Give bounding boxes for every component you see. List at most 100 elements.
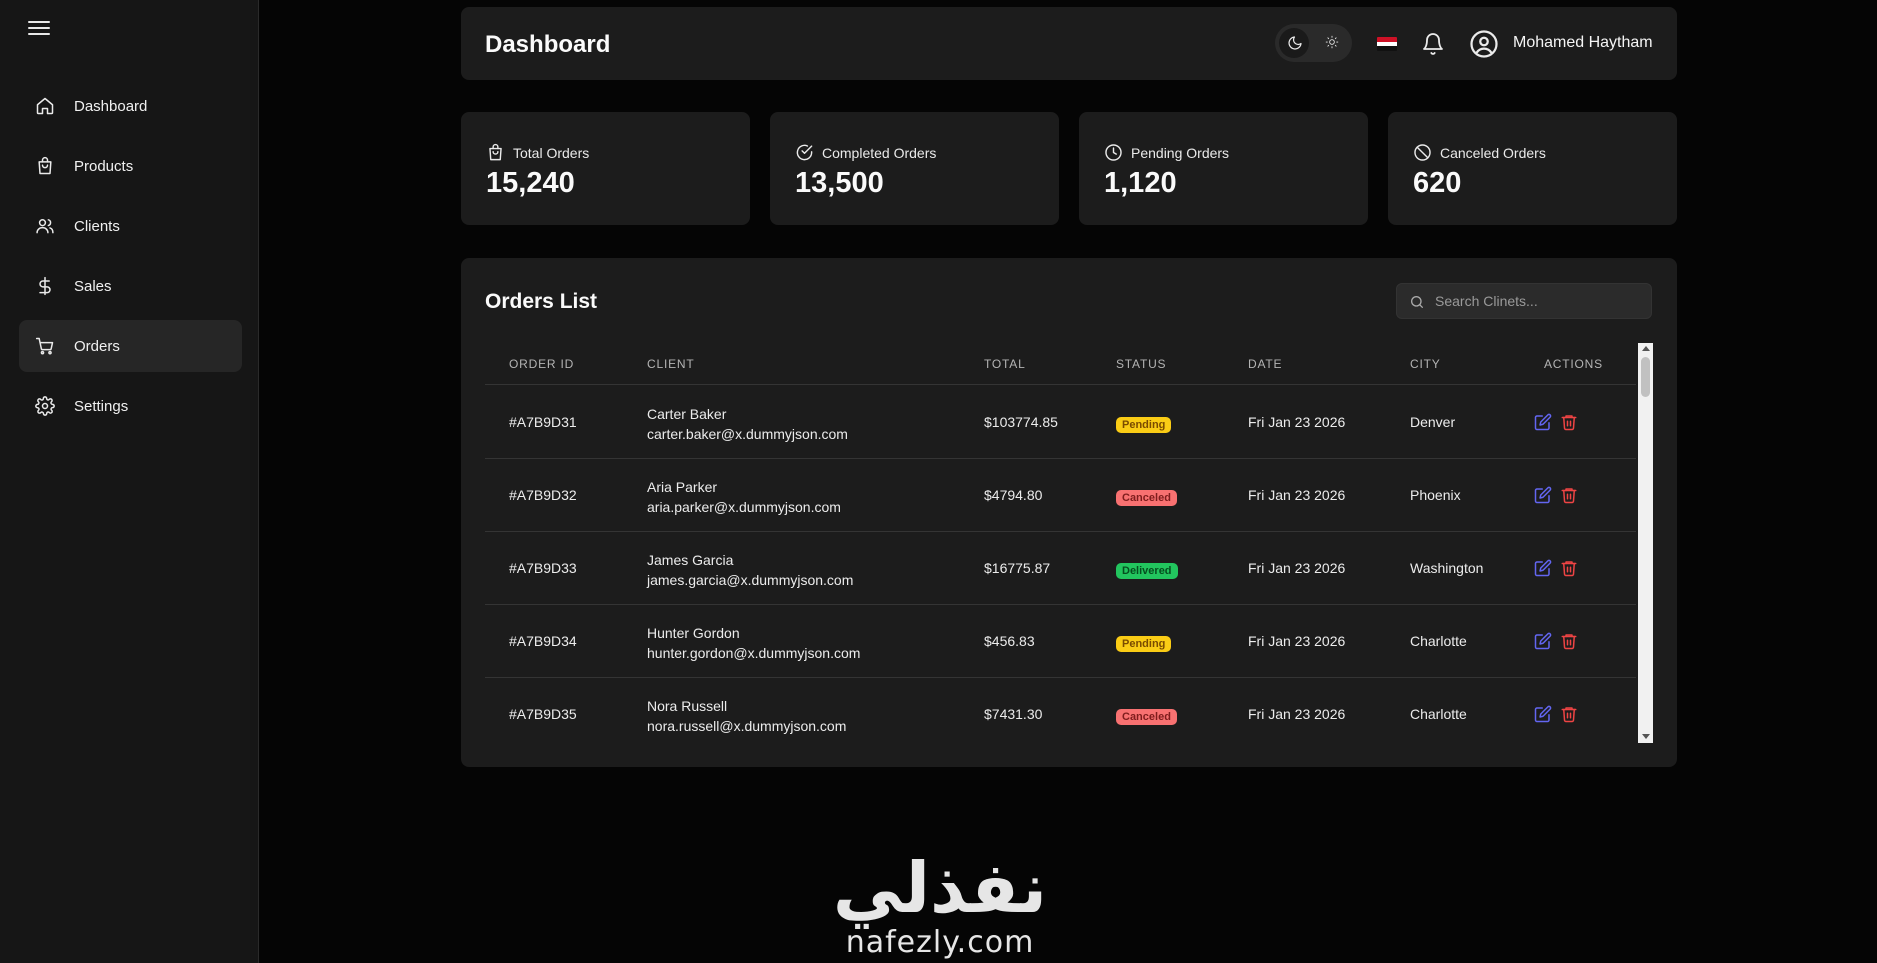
order-total: $16775.87 bbox=[984, 560, 1051, 576]
client-cell: Nora Russell nora.russell@x.dummyjson.com bbox=[647, 696, 846, 736]
trash-icon[interactable] bbox=[1560, 486, 1578, 504]
table-row[interactable]: #A7B9D34 Hunter Gordon hunter.gordon@x.dum… bbox=[485, 605, 1636, 678]
table-header: ORDER ID CLIENT TOTAL STATUS DATE CITY A… bbox=[485, 343, 1636, 385]
search-input[interactable] bbox=[1435, 284, 1645, 318]
users-icon bbox=[36, 219, 54, 234]
column-header-client[interactable]: CLIENT bbox=[647, 357, 694, 371]
client-email: carter.baker@x.dummyjson.com bbox=[647, 426, 848, 442]
order-id: #A7B9D31 bbox=[509, 414, 577, 430]
sidebar-item-orders[interactable]: Orders bbox=[19, 320, 242, 372]
stat-label-text: Completed Orders bbox=[822, 144, 937, 161]
watermark-latin: nafezly.com bbox=[845, 925, 1035, 960]
stat-label-text: Total Orders bbox=[513, 144, 590, 161]
client-cell: Aria Parker aria.parker@x.dummyjson.com bbox=[647, 477, 841, 517]
stat-value: 1,120 bbox=[1104, 167, 1177, 199]
sidebar-item-sales[interactable]: Sales bbox=[19, 260, 242, 312]
order-date: Fri Jan 23 2026 bbox=[1248, 414, 1346, 430]
scroll-down-arrow-icon[interactable] bbox=[1642, 734, 1650, 739]
order-city: Charlotte bbox=[1410, 633, 1467, 649]
status-badge: Pending bbox=[1116, 636, 1172, 652]
edit-icon[interactable] bbox=[1534, 632, 1552, 650]
edit-icon[interactable] bbox=[1534, 559, 1552, 577]
client-email: nora.russell@x.dummyjson.com bbox=[647, 718, 847, 734]
theme-toggle[interactable] bbox=[1275, 24, 1352, 62]
watermark-logo: نفذلي nafezly.com bbox=[830, 848, 1050, 960]
stat-card-completed-orders: Completed Orders 13,500 bbox=[770, 112, 1059, 225]
egypt-flag-icon[interactable] bbox=[1377, 37, 1397, 51]
stat-label: Pending Orders bbox=[1104, 143, 1229, 162]
sidebar-item-label: Sales bbox=[74, 277, 112, 295]
stat-card-pending-orders: Pending Orders 1,120 bbox=[1079, 112, 1368, 225]
clock-icon bbox=[1105, 144, 1122, 161]
sidebar-item-label: Dashboard bbox=[74, 97, 148, 115]
sidebar-item-clients[interactable]: Clients bbox=[19, 200, 242, 252]
orders-table: ORDER ID CLIENT TOTAL STATUS DATE CITY A… bbox=[485, 343, 1653, 743]
table-row[interactable]: #A7B9D35 Nora Russell nora.russell@x.dummy… bbox=[485, 678, 1636, 743]
order-date: Fri Jan 23 2026 bbox=[1248, 633, 1346, 649]
dollar-icon bbox=[39, 276, 51, 296]
column-header-total[interactable]: TOTAL bbox=[984, 357, 1026, 371]
order-city: Phoenix bbox=[1410, 487, 1461, 503]
order-total: $456.83 bbox=[984, 633, 1035, 649]
sidebar-item-dashboard[interactable]: Dashboard bbox=[19, 80, 242, 132]
trash-icon[interactable] bbox=[1560, 559, 1578, 577]
edit-icon[interactable] bbox=[1534, 705, 1552, 723]
table-row[interactable]: #A7B9D31 Carter Baker carter.baker@x.dummy… bbox=[485, 386, 1636, 459]
order-id: #A7B9D34 bbox=[509, 633, 577, 649]
user-name[interactable]: Mohamed Haytham bbox=[1513, 34, 1653, 52]
client-email: aria.parker@x.dummyjson.com bbox=[647, 499, 841, 515]
shopping-bag-icon bbox=[489, 143, 502, 161]
order-date: Fri Jan 23 2026 bbox=[1248, 706, 1346, 722]
row-actions bbox=[1534, 559, 1578, 577]
status-badge: Pending bbox=[1116, 417, 1172, 433]
trash-icon[interactable] bbox=[1560, 705, 1578, 723]
trash-icon[interactable] bbox=[1560, 413, 1578, 431]
scrollbar-thumb[interactable] bbox=[1641, 357, 1650, 397]
order-city: Denver bbox=[1410, 414, 1456, 430]
search-box[interactable] bbox=[1396, 283, 1652, 319]
sidebar-item-products[interactable]: Products bbox=[19, 140, 242, 192]
order-city: Charlotte bbox=[1410, 706, 1467, 722]
table-row[interactable]: #A7B9D33 James Garcia james.garcia@x.dummy… bbox=[485, 532, 1636, 605]
search-icon bbox=[1411, 296, 1423, 308]
cart-icon bbox=[35, 337, 54, 355]
orders-panel: Orders List ORDER ID CLIENT TOTAL STATUS… bbox=[461, 258, 1677, 767]
column-header-city[interactable]: CITY bbox=[1410, 357, 1441, 371]
watermark-arabic: نفذلي bbox=[832, 847, 1048, 929]
row-actions bbox=[1534, 632, 1578, 650]
trash-icon[interactable] bbox=[1560, 632, 1578, 650]
order-date: Fri Jan 23 2026 bbox=[1248, 560, 1346, 576]
edit-icon[interactable] bbox=[1534, 413, 1552, 431]
status-badge: Canceled bbox=[1116, 709, 1177, 725]
sidebar: Dashboard Products Clients Sales Orders … bbox=[0, 0, 259, 963]
stat-value: 15,240 bbox=[486, 167, 575, 199]
stat-value: 620 bbox=[1413, 167, 1462, 199]
status-cell: Canceled bbox=[1116, 488, 1177, 506]
order-total: $7431.30 bbox=[984, 706, 1043, 722]
client-email: james.garcia@x.dummyjson.com bbox=[647, 572, 854, 588]
column-header-status[interactable]: STATUS bbox=[1116, 357, 1166, 371]
sun-icon bbox=[1325, 35, 1339, 49]
ban-icon bbox=[1414, 144, 1431, 161]
table-row[interactable]: #A7B9D32 Aria Parker aria.parker@x.dummyjs… bbox=[485, 459, 1636, 532]
page-title: Dashboard bbox=[485, 31, 611, 58]
order-total: $103774.85 bbox=[984, 414, 1058, 430]
user-avatar-icon[interactable] bbox=[1469, 29, 1499, 59]
column-header-date[interactable]: DATE bbox=[1248, 357, 1282, 371]
column-header-order-id[interactable]: ORDER ID bbox=[509, 357, 574, 371]
edit-icon[interactable] bbox=[1534, 486, 1552, 504]
table-scrollbar[interactable] bbox=[1638, 343, 1653, 743]
bell-icon[interactable] bbox=[1421, 32, 1445, 56]
status-cell: Pending bbox=[1116, 415, 1172, 433]
client-email: hunter.gordon@x.dummyjson.com bbox=[647, 645, 861, 661]
stat-card-total-orders: Total Orders 15,240 bbox=[461, 112, 750, 225]
sidebar-nav: Dashboard Products Clients Sales Orders … bbox=[19, 80, 242, 440]
hamburger-menu-icon[interactable] bbox=[28, 17, 50, 37]
order-date: Fri Jan 23 2026 bbox=[1248, 487, 1346, 503]
sidebar-item-settings[interactable]: Settings bbox=[19, 380, 242, 432]
scroll-up-arrow-icon[interactable] bbox=[1642, 346, 1650, 351]
sidebar-item-label: Settings bbox=[74, 397, 129, 415]
home-icon bbox=[36, 97, 54, 115]
client-cell: James Garcia james.garcia@x.dummyjson.com bbox=[647, 550, 853, 590]
status-badge: Delivered bbox=[1116, 563, 1178, 579]
